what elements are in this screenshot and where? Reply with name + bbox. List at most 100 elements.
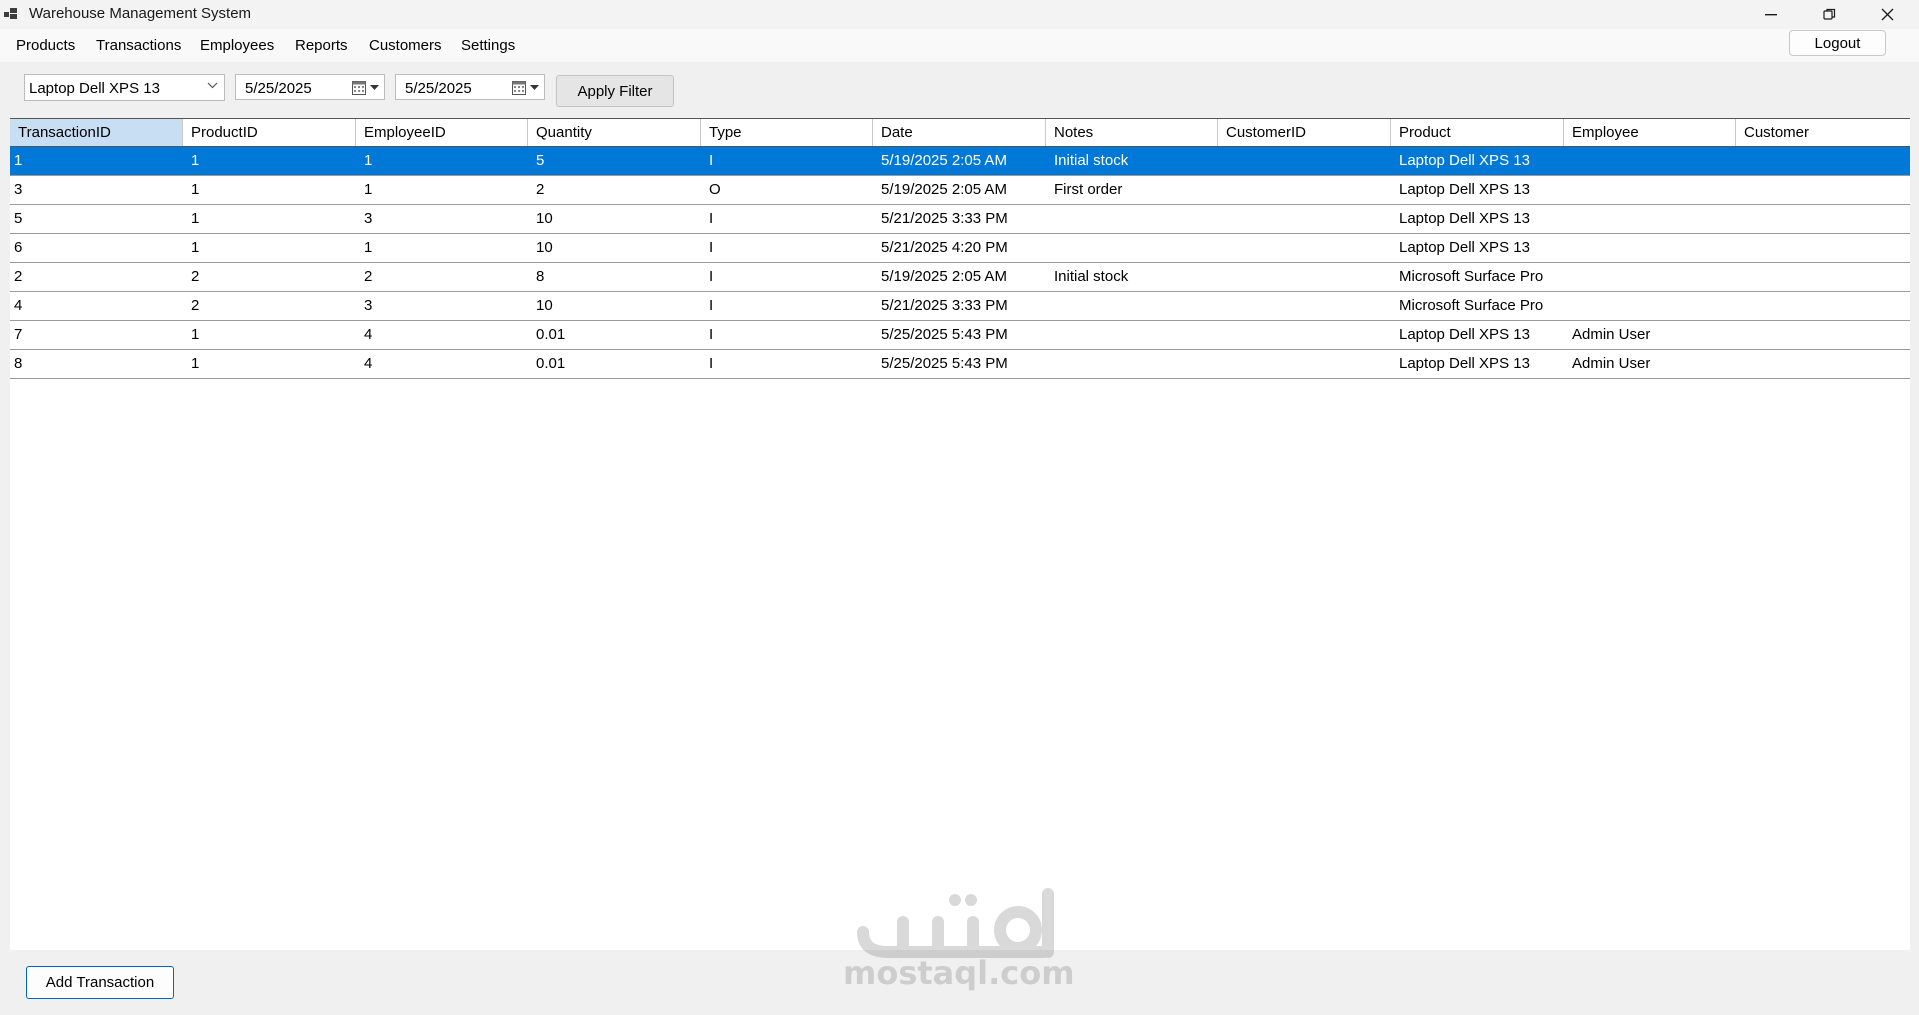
cell-productid[interactable]: 1 [183, 350, 356, 378]
cell-quantity[interactable]: 10 [528, 234, 701, 262]
cell-transactionid[interactable]: 6 [10, 234, 183, 262]
product-filter-combobox[interactable]: Laptop Dell XPS 13 [24, 74, 225, 101]
column-header-productid[interactable]: ProductID [183, 119, 356, 146]
cell-customerid[interactable] [1218, 350, 1391, 378]
cell-quantity[interactable]: 10 [528, 205, 701, 233]
end-date-picker[interactable]: 5/25/2025 [395, 74, 545, 100]
cell-quantity[interactable]: 10 [528, 292, 701, 320]
cell-date[interactable]: 5/21/2025 3:33 PM [873, 205, 1046, 233]
cell-notes[interactable]: Initial stock [1046, 263, 1218, 291]
cell-transactionid[interactable]: 5 [10, 205, 183, 233]
cell-quantity[interactable]: 5 [528, 147, 701, 175]
cell-date[interactable]: 5/19/2025 2:05 AM [873, 263, 1046, 291]
restore-button[interactable] [1800, 0, 1858, 29]
cell-type[interactable]: I [701, 292, 873, 320]
cell-customerid[interactable] [1218, 147, 1391, 175]
cell-employee[interactable] [1564, 205, 1736, 233]
cell-employeeid[interactable]: 1 [356, 147, 528, 175]
table-row[interactable]: 5 1 3 10 I 5/21/2025 3:33 PM Laptop Dell XPS 1… [10, 205, 1910, 234]
column-header-employee[interactable]: Employee [1564, 119, 1736, 146]
table-row[interactable]: 6 1 1 10 I 5/21/2025 4:20 PM Laptop Dell XPS 1… [10, 234, 1910, 263]
cell-type[interactable]: I [701, 321, 873, 349]
cell-date[interactable]: 5/21/2025 4:20 PM [873, 234, 1046, 262]
cell-employee[interactable]: Admin User [1564, 350, 1736, 378]
minimize-button[interactable] [1742, 0, 1800, 29]
table-row[interactable]: 7 1 4 0.01 I 5/25/2025 5:43 PM Laptop Dell XPS… [10, 321, 1910, 350]
column-header-quantity[interactable]: Quantity [528, 119, 701, 146]
cell-employee[interactable] [1564, 263, 1736, 291]
menu-customers[interactable]: Customers [369, 37, 442, 54]
cell-employeeid[interactable]: 4 [356, 350, 528, 378]
cell-customerid[interactable] [1218, 234, 1391, 262]
menu-settings[interactable]: Settings [461, 37, 515, 54]
cell-notes[interactable] [1046, 321, 1218, 349]
column-header-transactionid[interactable]: TransactionID [10, 119, 183, 146]
table-row[interactable]: 3 1 1 2 O 5/19/2025 2:05 AM First order Laptop … [10, 176, 1910, 205]
cell-employeeid[interactable]: 1 [356, 176, 528, 204]
cell-employeeid[interactable]: 3 [356, 205, 528, 233]
cell-product[interactable]: Laptop Dell XPS 13 [1391, 321, 1564, 349]
column-header-customerid[interactable]: CustomerID [1218, 119, 1391, 146]
cell-product[interactable]: Laptop Dell XPS 13 [1391, 176, 1564, 204]
cell-quantity[interactable]: 0.01 [528, 321, 701, 349]
cell-employee[interactable] [1564, 292, 1736, 320]
cell-date[interactable]: 5/19/2025 2:05 AM [873, 147, 1046, 175]
cell-customerid[interactable] [1218, 292, 1391, 320]
transactions-grid[interactable]: TransactionID ProductID EmployeeID Quant… [10, 118, 1910, 950]
cell-productid[interactable]: 1 [183, 147, 356, 175]
cell-customerid[interactable] [1218, 263, 1391, 291]
cell-customer[interactable] [1736, 350, 1910, 378]
cell-type[interactable]: I [701, 147, 873, 175]
cell-product[interactable]: Laptop Dell XPS 13 [1391, 234, 1564, 262]
cell-quantity[interactable]: 0.01 [528, 350, 701, 378]
table-row[interactable]: 8 1 4 0.01 I 5/25/2025 5:43 PM Laptop Dell XPS… [10, 350, 1910, 379]
cell-date[interactable]: 5/25/2025 5:43 PM [873, 350, 1046, 378]
cell-quantity[interactable]: 2 [528, 176, 701, 204]
table-row[interactable]: 2 2 2 8 I 5/19/2025 2:05 AM Initial stock Micro… [10, 263, 1910, 292]
cell-customer[interactable] [1736, 292, 1910, 320]
cell-productid[interactable]: 1 [183, 205, 356, 233]
cell-product[interactable]: Laptop Dell XPS 13 [1391, 350, 1564, 378]
cell-type[interactable]: I [701, 350, 873, 378]
menu-reports[interactable]: Reports [295, 37, 348, 54]
cell-employeeid[interactable]: 2 [356, 263, 528, 291]
add-transaction-button[interactable]: Add Transaction [26, 966, 174, 999]
table-row[interactable]: 4 2 3 10 I 5/21/2025 3:33 PM Microsoft Surface… [10, 292, 1910, 321]
cell-employee[interactable]: Admin User [1564, 321, 1736, 349]
column-header-notes[interactable]: Notes [1046, 119, 1218, 146]
cell-notes[interactable] [1046, 292, 1218, 320]
cell-customer[interactable] [1736, 321, 1910, 349]
cell-customerid[interactable] [1218, 321, 1391, 349]
cell-customer[interactable] [1736, 176, 1910, 204]
cell-productid[interactable]: 1 [183, 234, 356, 262]
close-button[interactable] [1858, 0, 1916, 29]
menu-products[interactable]: Products [16, 37, 75, 54]
column-header-product[interactable]: Product [1391, 119, 1564, 146]
cell-transactionid[interactable]: 4 [10, 292, 183, 320]
cell-type[interactable]: I [701, 234, 873, 262]
cell-date[interactable]: 5/21/2025 3:33 PM [873, 292, 1046, 320]
cell-notes[interactable] [1046, 205, 1218, 233]
cell-customerid[interactable] [1218, 205, 1391, 233]
cell-transactionid[interactable]: 3 [10, 176, 183, 204]
cell-product[interactable]: Laptop Dell XPS 13 [1391, 147, 1564, 175]
cell-customer[interactable] [1736, 147, 1910, 175]
cell-notes[interactable] [1046, 350, 1218, 378]
cell-product[interactable]: Laptop Dell XPS 13 [1391, 205, 1564, 233]
logout-button[interactable]: Logout [1789, 30, 1886, 56]
cell-employee[interactable] [1564, 176, 1736, 204]
menu-employees[interactable]: Employees [200, 37, 274, 54]
cell-product[interactable]: Microsoft Surface Pro [1391, 263, 1564, 291]
cell-type[interactable]: I [701, 263, 873, 291]
cell-productid[interactable]: 2 [183, 263, 356, 291]
cell-product[interactable]: Microsoft Surface Pro [1391, 292, 1564, 320]
cell-employeeid[interactable]: 1 [356, 234, 528, 262]
column-header-date[interactable]: Date [873, 119, 1046, 146]
cell-customer[interactable] [1736, 205, 1910, 233]
cell-customerid[interactable] [1218, 176, 1391, 204]
table-row[interactable]: 1 1 1 5 I 5/19/2025 2:05 AM Initial stock Lapto… [10, 147, 1910, 176]
cell-type[interactable]: O [701, 176, 873, 204]
cell-type[interactable]: I [701, 205, 873, 233]
cell-quantity[interactable]: 8 [528, 263, 701, 291]
cell-notes[interactable] [1046, 234, 1218, 262]
